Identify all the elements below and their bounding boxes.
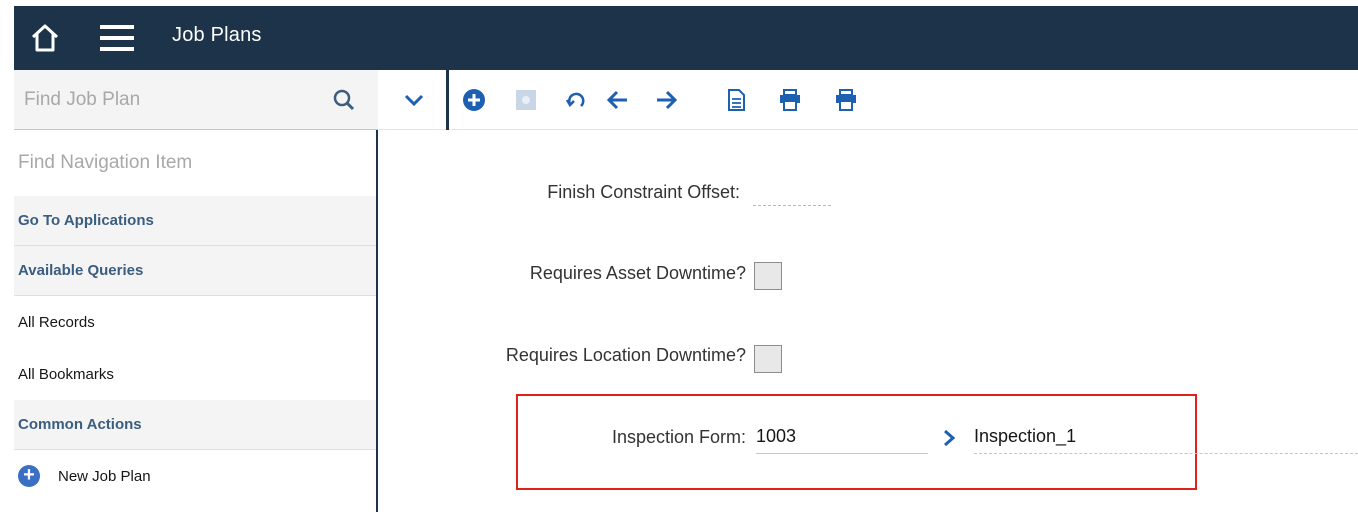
- section-common-actions[interactable]: Common Actions: [14, 400, 376, 450]
- inspection-form-input[interactable]: 1003: [756, 426, 928, 454]
- title-bar: Job Plans: [0, 0, 1358, 70]
- add-icon[interactable]: [462, 88, 486, 112]
- job-plan-form: Finish Constraint Offset: Requires Asset…: [380, 130, 1358, 512]
- find-job-plan-input[interactable]: [24, 84, 314, 116]
- chevron-right-icon[interactable]: [940, 428, 958, 448]
- requires-asset-downtime-label: Requires Asset Downtime?: [529, 263, 746, 283]
- search-icon[interactable]: [332, 88, 358, 114]
- toolbar: [14, 70, 1358, 130]
- arrow-left-icon[interactable]: [606, 88, 630, 112]
- query-all-bookmarks[interactable]: All Bookmarks: [14, 348, 376, 400]
- requires-location-downtime-label: Requires Location Downtime?: [505, 345, 746, 365]
- print-icon[interactable]: [834, 88, 858, 112]
- requires-location-downtime-checkbox[interactable]: [754, 345, 782, 373]
- undo-icon[interactable]: [564, 88, 588, 112]
- finish-constraint-offset-label: Finish Constraint Offset:: [547, 182, 740, 202]
- action-new-job-plan[interactable]: + New Job Plan: [14, 450, 376, 502]
- query-all-records[interactable]: All Records: [14, 296, 376, 348]
- chevron-down-icon[interactable]: [402, 88, 426, 112]
- toolbar-divider: [446, 70, 449, 130]
- app-header: Job Plans: [14, 6, 1358, 70]
- navigation-sidebar: Find Navigation Item Go To Applications …: [14, 130, 378, 512]
- query-label: All Bookmarks: [18, 366, 114, 383]
- add-circle-icon: +: [18, 465, 40, 487]
- section-go-to-applications[interactable]: Go To Applications: [14, 196, 376, 246]
- query-label: All Records: [18, 314, 95, 331]
- document-icon[interactable]: [724, 88, 748, 112]
- finish-constraint-offset-field[interactable]: [753, 186, 831, 206]
- home-icon[interactable]: [28, 21, 62, 55]
- find-navigation-item-input[interactable]: Find Navigation Item: [14, 130, 376, 196]
- inspection-form-label: Inspection Form:: [611, 427, 746, 447]
- record-search-box: [14, 70, 378, 130]
- action-label: New Job Plan: [58, 468, 151, 485]
- requires-asset-downtime-checkbox[interactable]: [754, 262, 782, 290]
- inspection-form-description: Inspection_1: [974, 426, 1358, 454]
- hamburger-menu-icon[interactable]: [100, 23, 134, 53]
- section-available-queries[interactable]: Available Queries: [14, 246, 376, 296]
- disabled-record-icon: [514, 88, 538, 112]
- print-icon[interactable]: [778, 88, 802, 112]
- arrow-right-icon[interactable]: [654, 88, 678, 112]
- app-title: Job Plans: [172, 24, 262, 46]
